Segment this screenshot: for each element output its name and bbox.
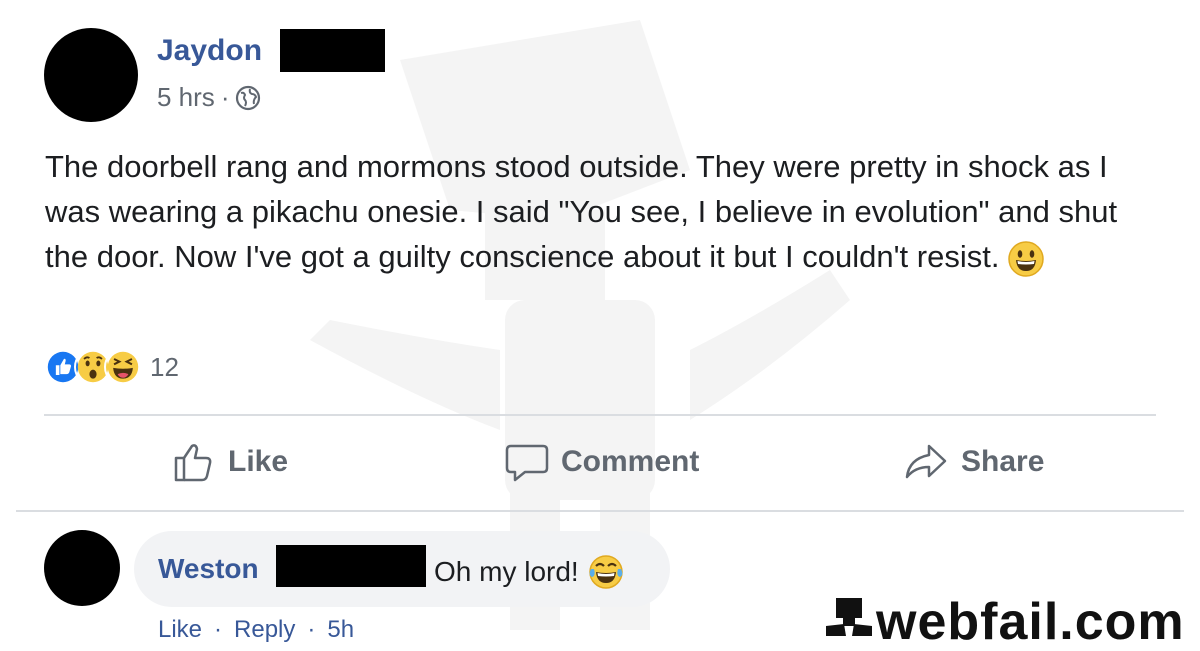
comment-bubble-icon	[505, 444, 549, 482]
meta-separator: ·	[214, 616, 223, 643]
post-author-name[interactable]: Jaydon	[157, 34, 262, 68]
post-meta: 5 hrs ·	[157, 82, 261, 113]
tears-of-joy-emoji	[588, 555, 623, 589]
redaction-bar	[280, 29, 385, 72]
brand-watermark: webfail.com	[826, 596, 1185, 648]
share-button[interactable]: Share	[903, 440, 1044, 484]
post-time[interactable]: 5 hrs	[157, 82, 215, 113]
thumbs-up-icon	[174, 444, 212, 482]
haha-reaction-icon	[104, 348, 142, 386]
comment-body: Oh my lord!	[434, 556, 579, 587]
share-label: Share	[961, 445, 1045, 478]
meta-separator: ·	[307, 616, 316, 643]
post-body: The doorbell rang and mormons stood outs…	[45, 149, 1118, 274]
comment-author-avatar[interactable]	[44, 530, 120, 606]
comment-label: Comment	[561, 445, 700, 478]
comment-button[interactable]: Comment	[505, 440, 699, 484]
comment-text: Oh my lord!	[434, 553, 625, 591]
comment-author-name[interactable]: Weston	[158, 553, 259, 585]
comment-time[interactable]: 5h	[327, 616, 354, 644]
like-label: Like	[228, 445, 289, 478]
brand-text: webfail.com	[876, 593, 1185, 651]
reaction-summary[interactable]: 12	[44, 348, 179, 386]
divider	[16, 510, 1184, 512]
comment-like-link[interactable]: Like	[158, 616, 202, 644]
comment-reply-link[interactable]: Reply	[234, 616, 295, 644]
globe-icon[interactable]	[235, 85, 261, 111]
comment-meta: Like · Reply · 5h	[158, 616, 366, 644]
post-text: The doorbell rang and mormons stood outs…	[45, 144, 1165, 279]
post-author-avatar[interactable]	[44, 28, 138, 122]
grinning-face-emoji	[1008, 241, 1045, 277]
divider	[44, 414, 1156, 416]
meta-separator: ·	[220, 82, 230, 112]
reaction-count: 12	[150, 351, 179, 382]
webfail-logo-icon	[826, 598, 872, 636]
redaction-bar	[276, 545, 426, 587]
post-action-bar: Like Comment Share	[0, 440, 1200, 490]
like-button[interactable]: Like	[172, 440, 288, 484]
share-arrow-icon	[905, 444, 947, 479]
